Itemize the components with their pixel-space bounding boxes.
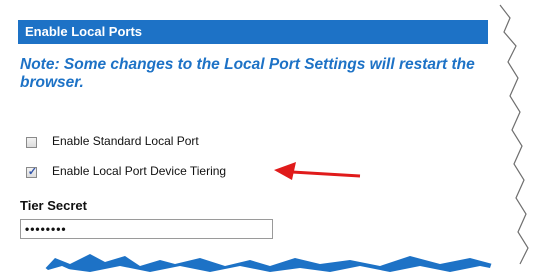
restart-warning-note: Note: Some changes to the Local Port Set… (20, 56, 475, 91)
torn-edge-right (488, 0, 533, 274)
enable-device-tiering-checkbox[interactable]: ✓ (26, 166, 38, 178)
local-ports-panel: Enable Local Ports Note: Some changes to… (0, 0, 533, 274)
checkmark-icon: ✓ (27, 166, 38, 178)
section-title: Enable Local Ports (25, 24, 143, 39)
torn-edge-bottom (0, 254, 533, 274)
tier-secret-label: Tier Secret (20, 198, 87, 213)
enable-standard-local-port-checkbox[interactable] (26, 137, 37, 148)
enable-standard-local-port-label: Enable Standard Local Port (52, 134, 199, 148)
enable-device-tiering-label: Enable Local Port Device Tiering (52, 164, 227, 178)
red-arrow-icon (274, 162, 361, 180)
